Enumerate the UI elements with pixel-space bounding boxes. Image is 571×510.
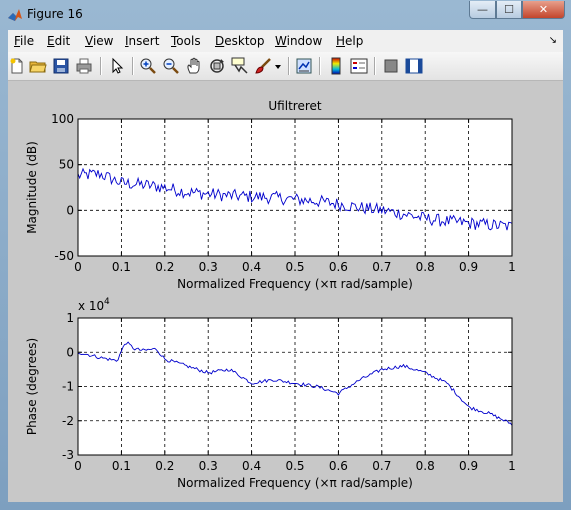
x-tick-label: 0.1 xyxy=(112,459,131,473)
data-cursor-icon[interactable] xyxy=(231,57,249,75)
y-tick-label: -3 xyxy=(62,448,74,462)
x-tick-label: 0 xyxy=(74,459,82,473)
figure-axes-svg: 0 0.1 0.2 0.3 0.4 0.5 0.6 0.7 0.8 0.9 1-50050100Uf… xyxy=(25,99,516,490)
x-tick-label: 0.3 xyxy=(199,459,218,473)
title-bar[interactable]: Figure 16 — ☐ ✕ xyxy=(0,0,571,30)
dock-figure-icon[interactable]: ↘ xyxy=(549,35,557,46)
axis-exponent-power: 4 xyxy=(104,297,110,307)
figure-toolbar xyxy=(8,52,563,81)
y-tick-label: 50 xyxy=(59,158,74,172)
axes-1: 0 0.1 0.2 0.3 0.4 0.5 0.6 0.7 0.8 0.9 1-50050100Uf… xyxy=(25,99,516,291)
axes-2: 0 0.1 0.2 0.3 0.4 0.5 0.6 0.7 0.8 0.9 1 -3 -2 -1 0 1 x 1… xyxy=(25,297,516,490)
menu-help[interactable]: Help xyxy=(336,34,363,48)
print-icon[interactable] xyxy=(75,57,93,75)
show-plot-tools-icon[interactable] xyxy=(405,57,423,75)
y-tick-label: 100 xyxy=(51,112,74,126)
brush-icon[interactable] xyxy=(254,57,272,75)
menu-desktop[interactable]: Desktop xyxy=(215,34,265,48)
toolbar-separator xyxy=(319,57,321,75)
x-tick-label: 0.5 xyxy=(285,260,304,274)
menu-file[interactable]: File xyxy=(14,34,34,48)
menu-view[interactable]: View xyxy=(85,34,113,48)
insert-legend-icon[interactable] xyxy=(350,57,368,75)
minimize-button[interactable]: — xyxy=(469,1,496,19)
insert-colorbar-icon[interactable] xyxy=(327,57,345,75)
x-tick-label: 0.4 xyxy=(242,459,261,473)
open-file-icon[interactable] xyxy=(29,57,47,75)
x-tick-label: 1 xyxy=(508,459,516,473)
x-tick-label: 0.8 xyxy=(416,459,435,473)
x-tick-label: 0.6 xyxy=(329,459,348,473)
link-plot-icon[interactable] xyxy=(295,57,313,75)
x-axis-label: Normalized Frequency (×π rad/sample) xyxy=(177,277,413,291)
menu-edit[interactable]: Edit xyxy=(47,34,70,48)
close-button[interactable]: ✕ xyxy=(522,1,565,19)
y-tick-label: 0 xyxy=(66,203,74,217)
pan-hand-icon[interactable] xyxy=(185,57,203,75)
toolbar-separator xyxy=(374,57,376,75)
menu-window[interactable]: Window xyxy=(275,34,322,48)
y-tick-label: -50 xyxy=(54,249,74,263)
menu-insert[interactable]: Insert xyxy=(125,34,159,48)
hide-plot-tools-icon[interactable] xyxy=(382,57,400,75)
x-tick-label: 0.9 xyxy=(459,260,478,274)
zoom-in-icon[interactable] xyxy=(139,57,157,75)
x-tick-label: 0.4 xyxy=(242,260,261,274)
toolbar-separator xyxy=(288,57,290,75)
y-tick-label: 0 xyxy=(66,345,74,359)
x-tick-label: 0.6 xyxy=(329,260,348,274)
edit-plot-arrow-icon[interactable] xyxy=(108,57,126,75)
save-icon[interactable] xyxy=(52,57,70,75)
axes-title: Ufiltreret xyxy=(268,99,321,113)
x-tick-label: 0 xyxy=(74,260,82,274)
toolbar-separator xyxy=(100,57,102,75)
x-tick-label: 0.5 xyxy=(285,459,304,473)
figure-window: Figure 16 — ☐ ✕ File Edit View Insert To… xyxy=(0,0,571,510)
figure-client-area: File Edit View Insert Tools Desktop Wind… xyxy=(8,30,563,502)
x-tick-label: 1 xyxy=(508,260,516,274)
x-tick-label: 0.1 xyxy=(112,260,131,274)
x-axis-label: Normalized Frequency (×π rad/sample) xyxy=(177,476,413,490)
figure-canvas: 0 0.1 0.2 0.3 0.4 0.5 0.6 0.7 0.8 0.9 1 -50 0 50 100 Uf… xyxy=(8,81,563,502)
matlab-logo-icon xyxy=(8,9,22,21)
y-axis-label: Magnitude (dB) xyxy=(25,141,39,234)
x-tick-label: 0.2 xyxy=(155,459,174,473)
toolbar-separator xyxy=(132,57,134,75)
y-tick-label: -2 xyxy=(62,414,74,428)
brush-dropdown-icon[interactable] xyxy=(274,57,282,75)
axis-exponent-label: x 10 xyxy=(78,299,104,313)
y-axis-label: Phase (degrees) xyxy=(25,338,39,435)
rotate-3d-icon[interactable] xyxy=(208,57,226,75)
menu-bar: File Edit View Insert Tools Desktop Wind… xyxy=(8,30,563,52)
maximize-button[interactable]: ☐ xyxy=(496,1,522,19)
x-tick-label: 0.9 xyxy=(459,459,478,473)
new-figure-icon[interactable] xyxy=(8,57,26,75)
x-tick-label: 0.3 xyxy=(199,260,218,274)
y-tick-label: -1 xyxy=(62,380,74,394)
window-title: Figure 16 xyxy=(27,7,83,21)
zoom-out-icon[interactable] xyxy=(162,57,180,75)
y-tick-label: 1 xyxy=(66,311,74,325)
x-tick-label: 0.2 xyxy=(155,260,174,274)
x-tick-label: 0.7 xyxy=(372,459,391,473)
menu-tools[interactable]: Tools xyxy=(171,34,201,48)
x-tick-label: 0.8 xyxy=(416,260,435,274)
x-tick-label: 0.7 xyxy=(372,260,391,274)
